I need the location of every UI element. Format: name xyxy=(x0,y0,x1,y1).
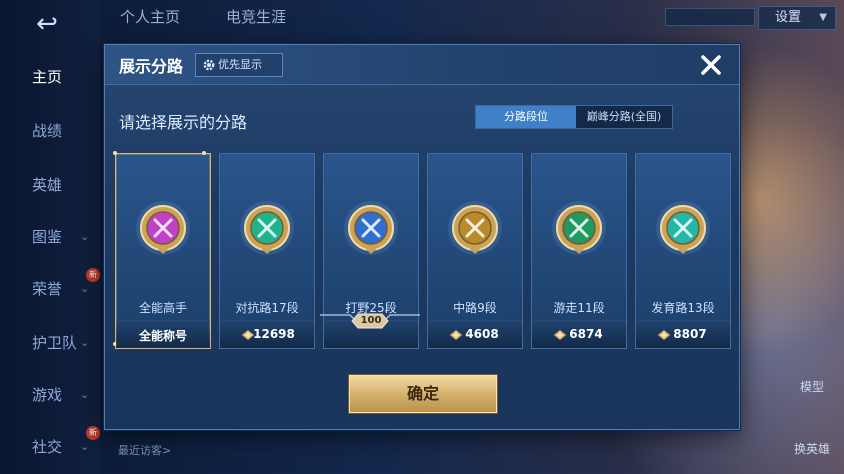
all-round-badge-icon xyxy=(136,201,190,255)
lane-type-toggle: 分路段位 巅峰分路(全国) xyxy=(475,105,673,129)
model-label[interactable]: 模型 xyxy=(800,378,824,395)
lane-card[interactable]: 中路9段 4608 xyxy=(427,153,523,349)
farm-lane-badge-icon xyxy=(656,201,710,255)
lane-rank-label: 对抗路17段 xyxy=(235,301,299,315)
settings-button[interactable]: 设置 ▼ xyxy=(758,6,836,30)
gear-icon xyxy=(203,59,215,71)
tab-personal-home[interactable]: 个人主页 xyxy=(120,6,180,27)
left-nav: ↩ 主页 战绩 英雄 图鉴 ⌄ 荣誉 ⌄ 新护卫队 ⌄ 游戏 ⌄ 社交 ⌄ 新 xyxy=(0,0,100,474)
recent-visitors-link[interactable]: 最近访客> xyxy=(118,442,171,458)
clash-lane-badge-icon xyxy=(240,201,294,255)
lane-card[interactable]: 打野25段 100 xyxy=(320,153,420,349)
nav-item[interactable]: 护卫队 ⌄ xyxy=(0,328,100,358)
toggle-peak-lane[interactable]: 巅峰分路(全国) xyxy=(576,106,672,128)
rank-points-value: 8807 xyxy=(673,327,707,341)
lane-rank-label: 发育路13段 xyxy=(651,301,715,315)
nav-item-label: 主页 xyxy=(32,68,63,86)
priority-button-label: 优先显示 xyxy=(218,58,262,71)
chevron-down-icon: ⌄ xyxy=(80,336,90,349)
new-badge: 新 xyxy=(86,426,100,440)
corner-sparkle xyxy=(113,151,117,155)
chevron-down-icon: ⌄ xyxy=(80,230,90,243)
new-badge: 新 xyxy=(86,268,100,282)
chevron-down-icon: ⌄ xyxy=(80,388,90,401)
lane-rank-label: 全能高手 xyxy=(138,301,187,315)
card-footer: 100 xyxy=(320,313,420,348)
rank-points-value: 4608 xyxy=(465,327,499,341)
card-footer: 12698 xyxy=(220,320,314,348)
lane-rank-label: 游走11段 xyxy=(553,301,605,315)
settings-label: 设置 xyxy=(775,10,802,25)
modal-title: 展示分路 xyxy=(119,57,184,76)
modal-header: 展示分路 优先显示 xyxy=(105,45,739,85)
priority-display-button[interactable]: 优先显示 xyxy=(195,53,283,77)
nav-item-label: 游戏 xyxy=(32,386,63,404)
lane-card[interactable]: 全能高手 全能称号 xyxy=(113,151,211,349)
nav-item-label: 图鉴 xyxy=(32,228,63,246)
jungle-badge-icon xyxy=(344,201,398,255)
confirm-button[interactable]: 确定 xyxy=(349,375,497,413)
lane-card[interactable]: 游走11段 6874 xyxy=(531,153,627,349)
nav-item-label: 社交 xyxy=(32,438,63,456)
nav-item[interactable]: 图鉴 ⌄ xyxy=(0,222,100,252)
mid-lane-badge-icon xyxy=(448,201,502,255)
chevron-down-icon: ▼ xyxy=(819,12,827,23)
back-arrow-icon[interactable]: ↩ xyxy=(22,11,72,37)
card-footer: 全能称号 xyxy=(116,320,210,348)
close-icon[interactable] xyxy=(697,51,725,79)
lane-card[interactable]: 发育路13段 8807 xyxy=(635,153,731,349)
switch-hero-label[interactable]: 换英雄 xyxy=(794,440,830,457)
corner-sparkle xyxy=(202,151,206,155)
card-footer: 6874 xyxy=(532,320,626,348)
lane-display-modal: 展示分路 优先显示 请选择展示的分路 分路段位 巅峰分路(全国) 全能高手全能称… xyxy=(104,44,740,430)
nav-item-label: 战绩 xyxy=(32,122,63,140)
status-widget xyxy=(665,8,755,26)
nav-item[interactable]: 游戏 ⌄ xyxy=(0,380,100,410)
tab-esports-career[interactable]: 电竞生涯 xyxy=(226,6,286,27)
toggle-lane-rank[interactable]: 分路段位 xyxy=(476,106,576,128)
card-footer: 4608 xyxy=(428,320,522,348)
lane-rank-label: 中路9段 xyxy=(453,301,497,315)
modal-subtitle: 请选择展示的分路 xyxy=(119,113,248,132)
level-number: 100 xyxy=(360,315,382,326)
nav-item[interactable]: 主页 xyxy=(0,62,100,92)
nav-item-label: 英雄 xyxy=(32,176,63,194)
nav-item-label: 荣誉 xyxy=(32,280,63,298)
nav-item[interactable]: 社交 ⌄ 新 xyxy=(0,426,100,462)
rank-points-value: 12698 xyxy=(253,327,295,341)
lane-card[interactable]: 对抗路17段 12698 xyxy=(219,153,315,349)
all-round-title-label: 全能称号 xyxy=(138,329,187,343)
nav-item-label: 护卫队 xyxy=(32,334,78,352)
rank-points-value: 6874 xyxy=(569,327,603,341)
card-footer: 8807 xyxy=(636,320,730,348)
nav-item[interactable]: 荣誉 ⌄ 新 xyxy=(0,268,100,304)
nav-item[interactable]: 战绩 xyxy=(0,116,100,146)
nav-item[interactable]: 英雄 xyxy=(0,170,100,200)
roam-badge-icon xyxy=(552,201,606,255)
